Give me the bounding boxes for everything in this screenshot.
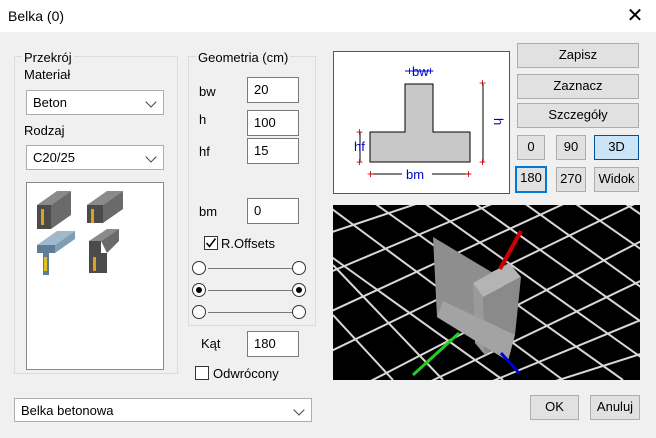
rodzaj-select[interactable]: C20/25 <box>26 145 164 170</box>
bm-value: 0 <box>254 203 262 218</box>
h-input[interactable]: 100 <box>247 110 299 136</box>
offset-left-radio-1[interactable] <box>192 261 206 275</box>
axis-y <box>411 331 461 377</box>
material-select[interactable]: Beton <box>26 90 164 115</box>
offset-line-3 <box>208 312 292 313</box>
close-icon[interactable]: ✕ <box>620 2 650 30</box>
beam-type-select[interactable]: Belka betonowa <box>14 398 312 422</box>
view-180-button[interactable]: 180 <box>515 166 547 193</box>
t-section-shape <box>369 83 471 163</box>
offsets-label: R.Offsets <box>221 236 275 251</box>
material-label: Materiał <box>24 67 71 82</box>
material-value: Beton <box>33 95 67 110</box>
svg-text:+: + <box>465 167 472 181</box>
offset-right-radio-3[interactable] <box>292 305 306 319</box>
ok-button[interactable]: OK <box>530 395 579 420</box>
hf-label: hf <box>199 144 210 159</box>
offsets-checkbox[interactable] <box>204 236 218 250</box>
svg-text:+: + <box>356 155 363 169</box>
bm-input[interactable]: 0 <box>247 198 299 224</box>
view-widok-button[interactable]: Widok <box>594 167 639 192</box>
title-bar <box>0 0 656 32</box>
offset-left-radio-3[interactable] <box>192 305 206 319</box>
odwrocony-checkbox[interactable] <box>195 366 209 380</box>
check-icon <box>205 238 217 248</box>
details-button[interactable]: Szczegóły <box>517 103 639 128</box>
section-diagram: + + bw + + h + + hf + + bm <box>333 51 510 194</box>
bm-label: bm <box>199 204 218 219</box>
beam-thumbnail-4[interactable] <box>89 229 119 273</box>
view-3d-button[interactable]: 3D <box>594 135 639 160</box>
view-90-button[interactable]: 90 <box>556 135 586 160</box>
h-value: 100 <box>254 115 276 130</box>
chevron-down-icon <box>145 151 157 163</box>
kat-input[interactable]: 180 <box>247 331 299 357</box>
bw-label: bw <box>199 84 216 99</box>
section-thumbnails <box>26 182 164 370</box>
rodzaj-label: Rodzaj <box>24 123 65 138</box>
h-dim-label: h <box>491 118 506 125</box>
cancel-button[interactable]: Anuluj <box>590 395 640 420</box>
beam-thumbnail-3[interactable] <box>37 231 75 275</box>
offset-left-radio-2[interactable] <box>192 283 206 297</box>
offset-line-2 <box>208 290 292 291</box>
select-button[interactable]: Zaznacz <box>517 74 639 99</box>
beam-type-value: Belka betonowa <box>21 403 114 418</box>
svg-text:+: + <box>356 125 363 139</box>
geometry-group-label: Geometria (cm) <box>196 50 291 65</box>
svg-text:+: + <box>367 167 374 181</box>
chevron-down-icon <box>145 96 157 108</box>
offset-right-radio-2[interactable] <box>292 283 306 297</box>
3d-viewport[interactable] <box>333 205 640 380</box>
save-button[interactable]: Zapisz <box>517 43 639 68</box>
bw-value: 20 <box>254 82 269 97</box>
offset-right-radio-1[interactable] <box>292 261 306 275</box>
bw-dim-label: bw <box>412 64 429 79</box>
svg-text:+: + <box>479 76 486 90</box>
kat-value: 180 <box>254 336 276 351</box>
view-270-button[interactable]: 270 <box>556 167 586 192</box>
hf-input[interactable]: 15 <box>247 138 299 164</box>
view-0-button[interactable]: 0 <box>517 135 545 160</box>
section-group-label: Przekrój <box>22 50 74 65</box>
window-title: Belka (0) <box>8 8 65 24</box>
chevron-down-icon <box>293 404 305 416</box>
3d-scene <box>333 205 640 380</box>
beam-thumbnail-1[interactable] <box>37 191 71 229</box>
hf-value: 15 <box>254 143 269 158</box>
hf-dim-label: hf <box>354 139 365 154</box>
bm-dim-label: bm <box>406 167 424 182</box>
odwrocony-label: Odwrócony <box>213 366 279 381</box>
kat-label: Kąt <box>201 336 221 351</box>
beam-thumbnail-2[interactable] <box>87 191 123 223</box>
offset-line-1 <box>208 268 292 269</box>
bw-input[interactable]: 20 <box>247 77 299 103</box>
axis-x <box>499 351 521 375</box>
rodzaj-value: C20/25 <box>33 150 75 165</box>
h-label: h <box>199 112 207 127</box>
svg-text:+: + <box>479 155 486 169</box>
